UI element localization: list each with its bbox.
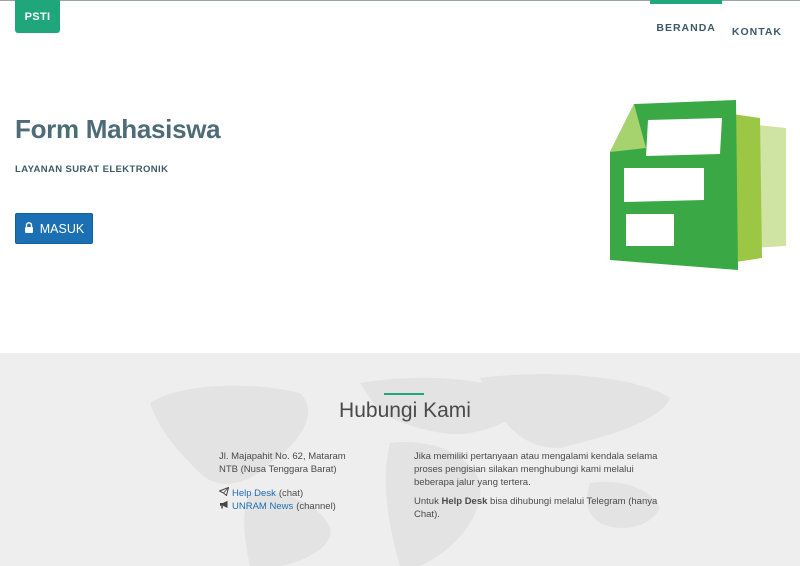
lock-icon: [24, 221, 34, 236]
login-button-label: MASUK: [39, 221, 85, 236]
logo-button[interactable]: PSTI: [15, 0, 60, 33]
helpdesk-note: Untuk Help Desk bisa dihubungi melalui T…: [414, 496, 658, 520]
contact-links: Help Desk (chat) UNRAM News (channel): [218, 486, 336, 513]
main-nav: BERANDA KONTAK: [646, 0, 788, 46]
news-row: UNRAM News (channel): [219, 500, 336, 513]
helpdesk-row: Help Desk (chat): [218, 486, 336, 500]
note-paragraph: Jika memiliki pertanyaan atau mengalami …: [414, 451, 658, 488]
world-map-background: [150, 374, 670, 566]
contact-title: Hubungi Kami: [339, 399, 471, 422]
google-forms-icon: [600, 96, 790, 281]
telegram-icon: [218, 486, 230, 500]
address-line-1: Jl. Majapahit No. 62, Mataram: [219, 451, 346, 462]
contact-note: Jika memiliki pertanyaan atau mengalami …: [414, 450, 659, 527]
megaphone-icon: [219, 500, 229, 513]
nav-kontak[interactable]: KONTAK: [726, 0, 788, 46]
helpdesk-link[interactable]: Help Desk: [232, 488, 276, 500]
contact-section: Hubungi Kami Jl. Majapahit No. 62, Matar…: [0, 353, 800, 566]
address-line-2: NTB (Nusa Tenggara Barat): [219, 464, 337, 475]
helpdesk-suffix: (chat): [278, 487, 304, 499]
page-subtitle: LAYANAN SURAT ELEKTRONIK: [15, 164, 169, 175]
news-link[interactable]: UNRAM News: [232, 501, 293, 513]
section-divider: [384, 393, 424, 395]
login-button[interactable]: MASUK: [15, 213, 93, 244]
address: Jl. Majapahit No. 62, Mataram NTB (Nusa …: [219, 450, 346, 476]
page-title: Form Mahasiswa: [15, 114, 221, 144]
helpdesk-bold: Help Desk: [441, 496, 488, 507]
nav-beranda[interactable]: BERANDA: [650, 0, 722, 42]
news-suffix: (channel): [296, 500, 336, 512]
